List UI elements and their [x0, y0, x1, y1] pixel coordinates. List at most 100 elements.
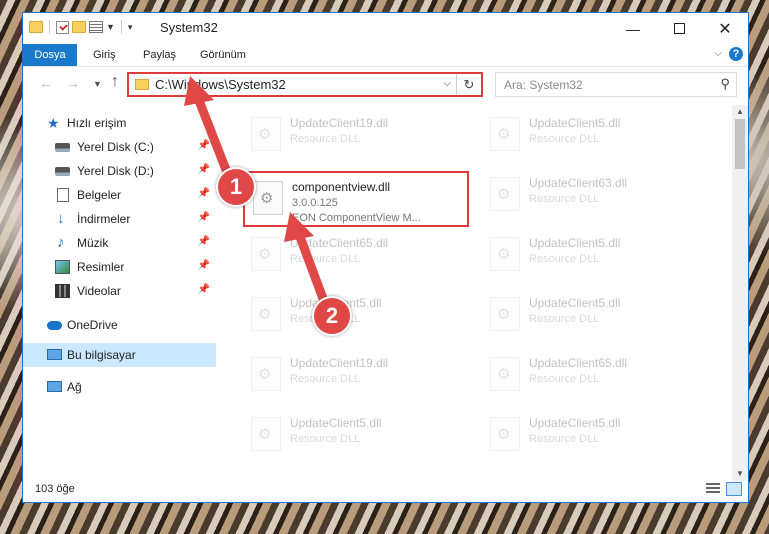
back-arrow-icon[interactable]: ← [39, 75, 53, 91]
sidebar-item-network[interactable]: Ağ [23, 375, 216, 399]
pin-icon[interactable]: 📌 [198, 284, 210, 295]
file-item[interactable]: UpdateClient5.dll Resource DLL [243, 411, 453, 457]
scroll-thumb[interactable] [735, 119, 745, 169]
file-description: Resource DLL [290, 133, 361, 145]
toolbar-divider [49, 20, 50, 34]
scroll-up-icon[interactable]: ▲ [732, 105, 748, 119]
file-item[interactable]: UpdateClient63.dll Resource DLL [482, 171, 692, 217]
sidebar-item-label: Müzik [77, 236, 109, 250]
file-item[interactable]: UpdateClient5.dll Resource DLL [482, 411, 692, 457]
properties-icon[interactable] [56, 20, 69, 34]
pin-icon[interactable]: 📌 [198, 236, 210, 247]
sidebar-item-local-disk-d[interactable]: Yerel Disk (D:) 📌 [23, 159, 216, 183]
view-options-icon[interactable] [89, 21, 103, 33]
dll-file-icon [490, 357, 520, 391]
tab-file[interactable]: Dosya [23, 44, 77, 66]
file-description: Resource DLL [529, 313, 600, 325]
item-count: 103 öğe [35, 483, 75, 495]
navigation-pane: ★ Hızlı erişim Yerel Disk (C:) 📌 Yerel D… [23, 105, 216, 475]
tab-share[interactable]: Paylaş [143, 44, 176, 66]
sidebar-item-documents[interactable]: Belgeler 📌 [23, 183, 216, 207]
up-arrow-icon[interactable]: ↑ [111, 73, 119, 91]
sidebar-item-music[interactable]: ♪ Müzik 📌 [23, 231, 216, 255]
file-item[interactable]: UpdateClient19.dll Resource DLL [243, 111, 453, 157]
dll-file-icon [490, 417, 520, 451]
address-path[interactable]: C:\Windows\System32 [155, 77, 286, 92]
folder-icon[interactable] [29, 21, 43, 33]
pictures-icon [55, 260, 70, 274]
file-name: UpdateClient65.dll [529, 356, 628, 370]
recent-locations-icon[interactable]: ▼ [93, 79, 102, 89]
sidebar-item-pictures[interactable]: Resimler 📌 [23, 255, 216, 279]
sidebar-item-local-disk-c[interactable]: Yerel Disk (C:) 📌 [23, 135, 216, 159]
computer-icon [47, 349, 62, 360]
customize-toolbar-icon[interactable]: ▾ [128, 22, 133, 33]
sidebar-item-label: Ağ [67, 380, 82, 394]
pin-icon[interactable]: 📌 [198, 140, 210, 151]
highlighted-file-item[interactable]: componentview.dll 3.0.0.125 EON Componen… [243, 171, 469, 227]
sidebar-item-onedrive[interactable]: OneDrive [23, 313, 216, 337]
dll-file-icon [251, 237, 281, 271]
tab-home[interactable]: Giriş [93, 44, 116, 66]
file-name: UpdateClient63.dll [529, 176, 628, 190]
file-description: Resource DLL [290, 373, 361, 385]
file-name: UpdateClient5.dll [529, 416, 621, 430]
file-item-componentview[interactable]: componentview.dll 3.0.0.125 EON Componen… [245, 175, 455, 224]
file-description: Resource DLL [529, 193, 600, 205]
dll-file-icon [251, 117, 281, 151]
pin-icon[interactable]: 📌 [198, 260, 210, 271]
help-icon[interactable]: ? [729, 47, 743, 61]
status-bar: 103 öğe [23, 478, 748, 502]
title-bar: ▼ ▾ System32 — ✕ [23, 13, 748, 44]
file-item[interactable]: UpdateClient5.dll Resource DLL [482, 111, 692, 157]
search-input[interactable]: Ara: System32 [504, 78, 583, 92]
refresh-icon[interactable]: ↻ [456, 74, 481, 95]
maximize-button[interactable] [656, 13, 702, 44]
file-item[interactable]: UpdateClient65.dll Resource DLL [243, 231, 453, 277]
file-name: UpdateClient5.dll [529, 296, 621, 310]
dll-file-icon [253, 181, 283, 215]
sidebar-item-label: Videolar [77, 284, 121, 298]
forward-arrow-icon[interactable]: → [66, 75, 80, 91]
step-badge-1: 1 [216, 167, 256, 207]
details-view-icon[interactable] [706, 483, 720, 495]
file-item[interactable]: UpdateClient5.dll Resource DLL [482, 291, 692, 337]
new-folder-icon[interactable] [72, 21, 86, 33]
search-box[interactable]: Ara: System32 ⚲ [495, 72, 737, 97]
minimize-button[interactable]: — [610, 13, 656, 44]
pin-icon[interactable]: 📌 [198, 212, 210, 223]
pin-icon[interactable]: 📌 [198, 188, 210, 199]
window-title: System32 [160, 20, 218, 35]
sidebar-item-videos[interactable]: Videolar 📌 [23, 279, 216, 303]
sidebar-item-downloads[interactable]: ↓ İndirmeler 📌 [23, 207, 216, 231]
sidebar-item-label: Yerel Disk (C:) [77, 140, 154, 154]
toolbar-divider [120, 20, 122, 34]
file-name: UpdateClient5.dll [290, 416, 382, 430]
address-bar[interactable]: C:\Windows\System32 ⌵ ↻ [127, 72, 483, 97]
expand-ribbon-icon[interactable]: ⌵ [714, 48, 722, 59]
file-description: Resource DLL [290, 253, 361, 265]
file-item[interactable]: UpdateClient5.dll Resource DLL [482, 231, 692, 277]
sidebar-item-label: Yerel Disk (D:) [77, 164, 154, 178]
chevron-down-icon[interactable]: ▼ [106, 22, 115, 32]
navigation-bar: ← → ▼ ↑ C:\Windows\System32 ⌵ ↻ Ara: Sys… [23, 67, 748, 103]
file-item[interactable]: UpdateClient65.dll Resource DLL [482, 351, 692, 397]
sidebar-item-this-pc[interactable]: Bu bilgisayar [23, 343, 216, 367]
chevron-down-icon[interactable]: ⌵ [443, 78, 451, 89]
file-description: Resource DLL [290, 433, 361, 445]
tab-view[interactable]: Görünüm [200, 44, 246, 66]
sidebar-item-label: İndirmeler [77, 212, 131, 226]
dll-file-icon [251, 357, 281, 391]
sidebar-item-quick-access[interactable]: ★ Hızlı erişim [23, 111, 216, 135]
music-icon: ♪ [57, 234, 65, 251]
close-button[interactable]: ✕ [702, 13, 748, 44]
ribbon: Dosya Giriş Paylaş Görünüm ⌵ ? [23, 44, 748, 67]
download-icon: ↓ [57, 210, 65, 227]
pin-icon[interactable]: 📌 [198, 164, 210, 175]
tiles-view-icon[interactable] [726, 482, 742, 496]
search-icon[interactable]: ⚲ [720, 76, 730, 92]
vertical-scrollbar[interactable]: ▲ ▼ [732, 105, 748, 481]
file-item[interactable]: UpdateClient19.dll Resource DLL [243, 351, 453, 397]
file-name: UpdateClient19.dll [290, 356, 389, 370]
file-name: UpdateClient5.dll [529, 236, 621, 250]
